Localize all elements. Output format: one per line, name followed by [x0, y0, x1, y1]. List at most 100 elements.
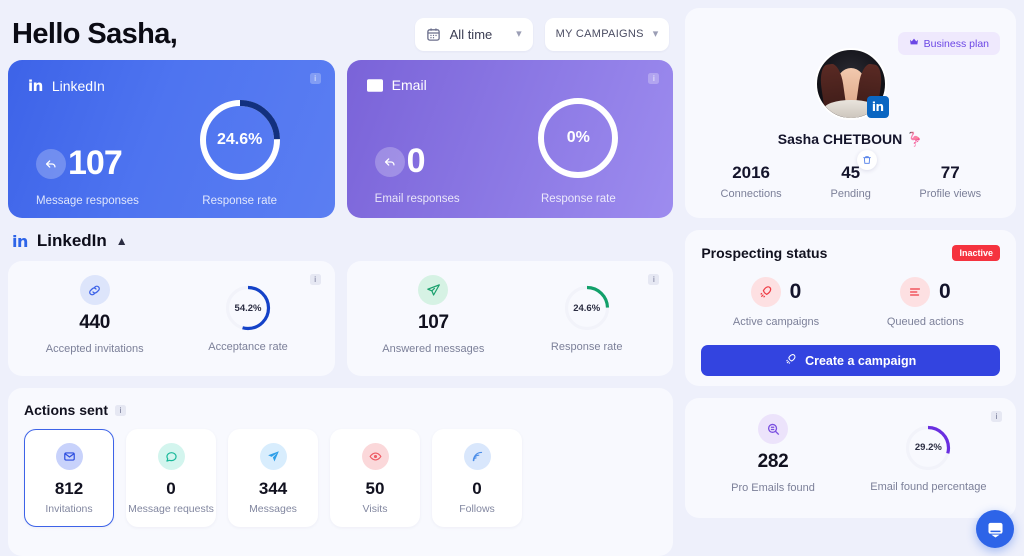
crown-icon — [909, 37, 919, 50]
stat-value-block: 440 Accepted invitations — [18, 275, 171, 362]
rate-value: 24.6% — [216, 131, 263, 148]
profile-stats: 2016 Connections 45 Pending 77 Profile v… — [701, 150, 1000, 200]
plan-label: Business plan — [923, 37, 989, 50]
rate-value: 0% — [566, 129, 590, 146]
profile-card: Business plan in Sasha CHETBOUN 🦩 2016 C… — [685, 8, 1016, 218]
rate-caption: Acceptance rate — [208, 341, 288, 353]
stat-caption: Connections — [720, 188, 782, 200]
answered-messages-card: i 107 Answered messages 24.6% Response r… — [346, 261, 674, 376]
linkedin-channel-card: i in LinkedIn 107 Message responses 24.6… — [8, 60, 335, 218]
intercom-chat-icon[interactable] — [976, 510, 1014, 548]
channel-cards: i in LinkedIn 107 Message responses 24.6… — [8, 60, 674, 218]
side-column: Business plan in Sasha CHETBOUN 🦩 2016 C… — [685, 8, 1016, 556]
tile-caption: Messages — [249, 503, 297, 515]
info-icon[interactable]: i — [991, 411, 1002, 422]
info-icon[interactable]: i — [115, 404, 127, 416]
email-caption: Pro Emails found — [731, 482, 815, 494]
metric-row: 0 — [701, 277, 850, 307]
info-icon[interactable]: i — [309, 274, 321, 285]
metric-value: 0 — [939, 280, 951, 303]
stat-caption: Profile views — [919, 188, 982, 200]
tile-value: 812 — [54, 479, 84, 498]
plan-badge[interactable]: Business plan — [897, 32, 1000, 55]
info-icon[interactable]: i — [648, 274, 660, 285]
message-request-icon — [157, 443, 185, 470]
action-tile-message-requests[interactable]: 0 Message requests — [126, 429, 216, 527]
metric-caption: Email responses — [374, 193, 460, 205]
linkedin-icon: in — [866, 96, 889, 118]
metric-row: 0 — [851, 277, 1000, 307]
stat-value: 45 — [841, 163, 861, 182]
email-value: 282 — [757, 451, 789, 472]
metric-queued-actions: 0 Queued actions — [851, 277, 1000, 328]
tile-value: 0 — [472, 479, 482, 498]
info-icon[interactable]: i — [309, 73, 321, 84]
linkedin-section-header[interactable]: in LinkedIn ▲ — [8, 218, 673, 261]
acceptance-rate-donut: 54.2% — [224, 284, 272, 332]
action-tile-visits[interactable]: 50 Visits — [330, 429, 420, 527]
prospecting-status-card: Prospecting status Inactive 0 Active cam… — [685, 230, 1016, 386]
action-tile-invitations[interactable]: 812 Invitations — [24, 429, 114, 527]
actions-sent-card: Actions sent i 812 Invitations 0 Message… — [8, 388, 674, 556]
metric-value: 107 — [68, 144, 123, 182]
card-header: Email — [366, 77, 654, 93]
stat-value: 2016 — [732, 163, 771, 182]
rocket-icon — [785, 353, 797, 368]
stat-value: 440 — [79, 312, 111, 333]
trash-icon[interactable] — [856, 150, 877, 170]
follow-icon — [463, 443, 491, 470]
metric-active-campaigns: 0 Active campaigns — [701, 277, 850, 328]
campaign-filter-select[interactable]: MY CAMPAIGNS ▾ — [544, 17, 670, 51]
link-icon — [79, 275, 110, 305]
metric-caption: Queued actions — [886, 316, 964, 328]
channel-name: LinkedIn — [51, 78, 105, 94]
stat-caption: Accepted invitations — [45, 343, 144, 355]
invitation-icon — [55, 443, 83, 470]
envelope-icon — [366, 78, 383, 92]
stat-rate-block: 24.6% Response rate — [510, 275, 663, 362]
paper-plane-icon — [259, 443, 287, 470]
stat-value: 77 — [940, 163, 960, 182]
rocket-icon — [750, 277, 781, 307]
campaign-filter-label: MY CAMPAIGNS — [555, 28, 644, 40]
rate-value: 54.2% — [234, 302, 262, 314]
chevron-down-icon: ▾ — [516, 27, 522, 40]
tile-caption: Invitations — [45, 503, 93, 515]
avatar[interactable]: in — [814, 48, 889, 120]
email-search-icon — [758, 414, 788, 444]
rate-block: 0% Response rate — [503, 95, 653, 205]
metric-value: 0 — [789, 280, 802, 303]
rate-block: 24.6% Response rate — [165, 97, 315, 207]
response-rate-donut: 24.6% — [197, 97, 283, 183]
profile-name: Sasha CHETBOUN 🦩 — [777, 131, 924, 147]
rate-caption: Response rate — [202, 195, 278, 207]
reply-icon — [374, 146, 405, 177]
linkedin-icon: in — [28, 77, 43, 95]
tile-value: 344 — [258, 479, 288, 498]
page-header: Hello Sasha, All time ▾ MY CAMPAIGNS ▾ — [8, 8, 673, 60]
tile-caption: Follows — [459, 503, 495, 515]
email-found-donut: 29.2% — [904, 424, 952, 472]
date-filter-select[interactable]: All time ▾ — [414, 17, 533, 51]
email-finder-card: i 282 Pro Emails found 29.2% Email found… — [685, 398, 1016, 518]
response-rate-donut: 0% — [535, 95, 621, 181]
metric-row: 0 — [374, 142, 504, 181]
create-campaign-button[interactable]: Create a campaign — [701, 345, 1000, 376]
info-icon[interactable]: i — [648, 73, 660, 84]
action-tile-messages[interactable]: 344 Messages — [228, 429, 318, 527]
email-value-block: 282 Pro Emails found — [695, 414, 850, 502]
profile-stat-profile-views: 77 Profile views — [900, 163, 1000, 200]
metric-block: 0 Email responses — [367, 142, 504, 205]
chevron-down-icon: ▾ — [652, 27, 659, 40]
prospecting-header: Prospecting status Inactive — [701, 245, 1000, 261]
card-header: in LinkedIn — [28, 77, 315, 95]
card-body: 0 Email responses 0% Response rate — [367, 93, 654, 205]
tile-value: 50 — [365, 479, 385, 498]
rate-value: 29.2% — [914, 442, 942, 453]
create-campaign-label: Create a campaign — [805, 353, 917, 368]
collapse-caret-icon[interactable]: ▲ — [116, 235, 128, 247]
stat-caption: Answered messages — [382, 343, 485, 355]
action-tile-follows[interactable]: 0 Follows — [432, 429, 522, 527]
main-column: Hello Sasha, All time ▾ MY CAMPAIGNS ▾ i… — [8, 8, 674, 556]
prospecting-title: Prospecting status — [701, 245, 828, 261]
